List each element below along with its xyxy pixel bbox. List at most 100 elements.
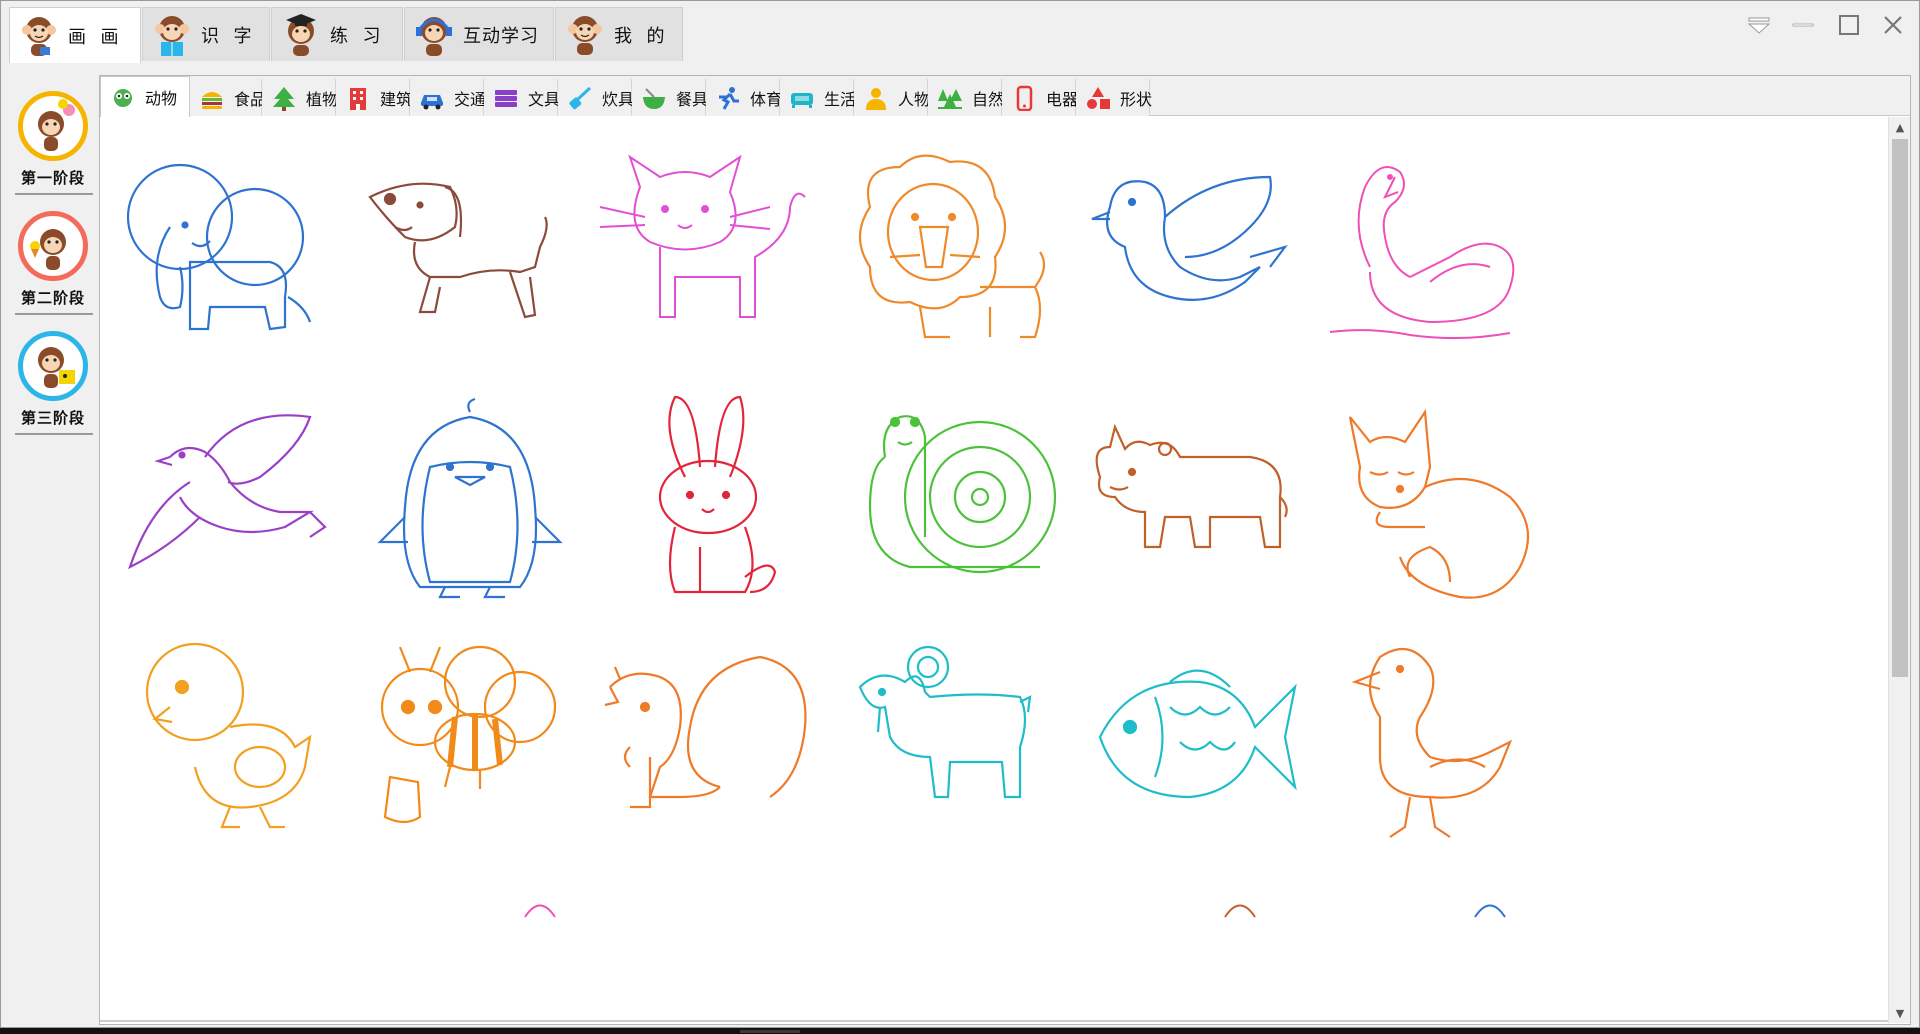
top-tab-bar: 画 画 识 字 练 习 互动学习 我 的: [1, 1, 1919, 63]
category-tab-8[interactable]: 餐具: [632, 79, 709, 116]
stage-ring: [18, 91, 88, 161]
category-tab-bar: 动物 食品 植物 建筑 交通 文具 炊具 餐具 体育 生活 人物 自然 电器 形状: [100, 76, 1910, 117]
drawing-grid: [100, 117, 1888, 1017]
divider: [15, 433, 93, 435]
person-icon: [866, 87, 886, 110]
stage-ring: [18, 211, 88, 281]
scroll-up-arrow-icon[interactable]: ▲: [1889, 117, 1911, 137]
drawing-partial[interactable]: [1220, 889, 1260, 919]
tab-drawing[interactable]: 画 画: [9, 7, 141, 63]
cat-outline: [599, 154, 806, 318]
dog-outline: [368, 182, 548, 319]
monkey-book-icon: [38, 347, 75, 388]
taskbar-strip: [0, 1028, 1920, 1034]
tab-interactive-label: 互动学习: [463, 25, 539, 47]
divider: [15, 313, 93, 315]
tab-literacy-label: 识 字: [201, 25, 253, 47]
bird-outline: [1091, 175, 1288, 301]
close-button[interactable]: [1873, 9, 1913, 41]
drawing-duck[interactable]: [1310, 627, 1550, 847]
car-icon: [421, 94, 443, 109]
drawing-penguin[interactable]: [350, 387, 590, 607]
duck-outline: [1351, 647, 1513, 838]
category-tab-label: 交通: [454, 89, 487, 109]
tab-interactive[interactable]: 互动学习: [404, 7, 554, 61]
monkey-mascot-icon: [568, 15, 602, 55]
drawing-cat[interactable]: [590, 147, 830, 367]
category-tab-10[interactable]: 生活: [780, 79, 857, 116]
menu-dropdown-button[interactable]: [1739, 9, 1779, 41]
category-tab-4[interactable]: 建筑: [336, 79, 412, 116]
stage-2-button[interactable]: 第二阶段: [13, 205, 93, 321]
minimize-button[interactable]: [1783, 9, 1823, 41]
stage-sidebar: 第一阶段 第二阶段 第三阶段: [9, 75, 95, 1025]
category-tab-2[interactable]: 食品: [190, 79, 266, 116]
category-tab-11[interactable]: 人物: [854, 79, 930, 116]
drawing-fish[interactable]: [1070, 627, 1310, 847]
drawing-swan[interactable]: [1310, 147, 1550, 367]
drawing-elephant[interactable]: [110, 147, 350, 367]
category-tab-7[interactable]: 炊具: [558, 79, 634, 116]
tab-practice-label: 练 习: [330, 25, 382, 47]
drawing-squirrel[interactable]: [590, 627, 830, 847]
spatula-icon: [569, 86, 592, 109]
category-tab-5[interactable]: 交通: [410, 79, 487, 116]
tab-literacy[interactable]: 识 字: [142, 7, 270, 61]
drawing-bee[interactable]: [350, 627, 590, 847]
drawing-rhino[interactable]: [1070, 387, 1310, 607]
category-tab-label: 生活: [824, 89, 857, 109]
drawing-dog[interactable]: [350, 147, 590, 367]
lion-outline: [859, 154, 1046, 339]
tab-practice[interactable]: 练 习: [271, 7, 403, 61]
monkey-mascot-icon: [22, 16, 56, 56]
drawing-chick[interactable]: [110, 627, 350, 847]
elephant-outline: [126, 163, 312, 331]
drawing-rabbit[interactable]: [590, 387, 830, 607]
drawing-lion[interactable]: [830, 147, 1070, 367]
stage-ring: [18, 331, 88, 401]
drawing-goat[interactable]: [830, 627, 1070, 847]
scrollbar-thumb[interactable]: [1892, 139, 1908, 677]
stage-3-label: 第三阶段: [20, 409, 85, 427]
drawing-library-panel: 动物 食品 植物 建筑 交通 文具 炊具 餐具 体育 生活 人物 自然 电器 形状 ▲ ▼: [99, 75, 1911, 1025]
tab-mine-label: 我 的: [614, 25, 666, 47]
stage-1-label: 第一阶段: [20, 169, 85, 187]
snail-outline: [868, 415, 1057, 574]
category-tab-3[interactable]: 植物: [262, 79, 338, 116]
category-tab-label: 餐具: [676, 89, 709, 109]
category-tab-13[interactable]: 电器: [1002, 79, 1078, 116]
stage-3-button[interactable]: 第三阶段: [13, 325, 93, 441]
drawing-snail[interactable]: [830, 387, 1070, 607]
app-window: 画 画 识 字 练 习 互动学习 我 的 第一阶段 第二阶段 第三阶段 动物 食…: [0, 0, 1920, 1028]
burger-icon: [202, 91, 222, 109]
close-icon: [1884, 16, 1902, 34]
scroll-down-arrow-icon[interactable]: ▼: [1889, 1003, 1911, 1023]
category-tab-9[interactable]: 体育: [706, 79, 782, 116]
shapes-icon: [1087, 86, 1110, 109]
category-tab-12[interactable]: 自然: [928, 79, 1005, 116]
tab-drawing-label: 画 画: [68, 26, 120, 48]
fox-outline: [1348, 408, 1530, 599]
monkey-icecream-icon: [30, 229, 66, 270]
drawing-fox[interactable]: [1310, 387, 1550, 607]
monkey-graduate-icon: [286, 13, 316, 56]
book-stack-icon: [495, 89, 517, 107]
drawing-bird[interactable]: [1070, 147, 1310, 367]
dove-outline: [128, 414, 327, 570]
maximize-button[interactable]: [1829, 9, 1869, 41]
vertical-scrollbar[interactable]: ▲ ▼: [1888, 117, 1910, 1023]
drawing-partial[interactable]: [1470, 889, 1510, 919]
animal-icon: [114, 89, 132, 107]
phone-icon: [1016, 85, 1033, 111]
category-tab-6[interactable]: 文具: [484, 79, 560, 116]
drawing-dove[interactable]: [110, 387, 350, 607]
stage-2-label: 第二阶段: [20, 289, 85, 307]
tab-mine[interactable]: 我 的: [555, 7, 683, 61]
category-tab-14[interactable]: 形状: [1076, 79, 1152, 116]
category-tab-label: 动物: [145, 89, 178, 108]
category-tab-label: 自然: [972, 89, 1005, 109]
category-tab-1[interactable]: 动物: [100, 76, 190, 117]
rabbit-outline: [658, 395, 777, 594]
drawing-partial[interactable]: [520, 889, 560, 919]
stage-1-button[interactable]: 第一阶段: [13, 85, 93, 201]
